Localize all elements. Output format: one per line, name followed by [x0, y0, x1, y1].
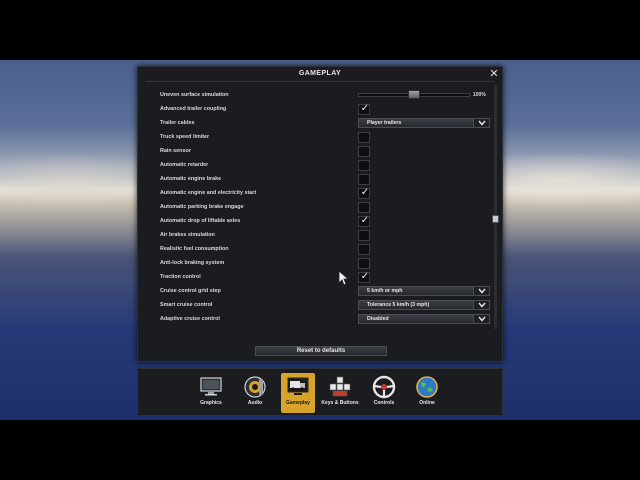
setting-row: Cruise control grid step 5 km/h or mph: [146, 285, 496, 297]
setting-checkbox[interactable]: [358, 230, 370, 241]
setting-label: Cruise control grid step: [160, 288, 221, 294]
setting-checkbox[interactable]: [358, 160, 370, 171]
globe-icon: [415, 375, 439, 399]
close-icon[interactable]: ✕: [488, 68, 500, 80]
keyboard-keys-icon: [328, 375, 352, 399]
setting-dropdown[interactable]: Disabled: [358, 314, 490, 324]
setting-row: Traction control ✓: [146, 271, 496, 283]
chevron-down-icon[interactable]: [473, 301, 489, 309]
setting-checkbox[interactable]: [358, 258, 370, 269]
setting-checkbox[interactable]: [358, 146, 370, 157]
setting-row: Adaptive cruise control Disabled: [146, 313, 496, 325]
setting-row: Truck speed limiter: [146, 131, 496, 143]
setting-row: Smart cruise control Tolerance 5 km/h (3 …: [146, 299, 496, 311]
setting-checkbox[interactable]: ✓: [358, 271, 370, 283]
mouse-cursor-icon: [338, 270, 348, 286]
setting-label: Air brakes simulation: [160, 232, 215, 238]
setting-row: Automatic drop of liftable axles ✓: [146, 215, 496, 227]
setting-row: Air brakes simulation: [146, 229, 496, 241]
setting-row: Rain sensor: [146, 145, 496, 157]
setting-label: Automatic engine brake: [160, 176, 222, 182]
checkmark-icon: ✓: [360, 215, 370, 226]
dropdown-value: Player trailers: [367, 120, 402, 126]
setting-checkbox[interactable]: [358, 174, 370, 185]
settings-category-toolbar: Graphics Audio Gameplay Keys & Buttons Contr…: [137, 368, 503, 416]
setting-slider[interactable]: [358, 90, 470, 99]
setting-label: Automatic parking brake engage: [160, 204, 244, 210]
slider-value: 100%: [473, 92, 486, 98]
dropdown-value: Disabled: [367, 316, 389, 322]
checkmark-icon: ✓: [360, 271, 370, 282]
tab-graphics[interactable]: Graphics: [194, 373, 228, 413]
setting-dropdown[interactable]: Tolerance 5 km/h (3 mph): [358, 300, 490, 310]
setting-row: Automatic retarder: [146, 159, 496, 171]
truck-display-icon: [286, 375, 310, 399]
setting-checkbox[interactable]: ✓: [358, 215, 370, 227]
tab-label: Keys & Buttons: [321, 400, 359, 406]
setting-label: Automatic retarder: [160, 162, 209, 168]
steering-wheel-icon: [372, 375, 396, 399]
setting-row: Automatic engine and electricity start ✓: [146, 187, 496, 199]
setting-label: Advanced trailer coupling: [160, 106, 227, 112]
setting-row: Advanced trailer coupling ✓: [146, 103, 496, 115]
setting-row: Uneven surface simulation 100%: [146, 89, 496, 101]
setting-label: Truck speed limiter: [160, 134, 210, 140]
slider-thumb[interactable]: [408, 90, 420, 99]
tab-keys-buttons[interactable]: Keys & Buttons: [321, 373, 359, 413]
tab-label: Gameplay: [286, 400, 310, 406]
setting-label: Adaptive cruise control: [160, 316, 220, 322]
setting-row: Trailer cables Player trailers: [146, 117, 496, 129]
panel-title: GAMEPLAY: [298, 70, 342, 77]
setting-label: Automatic drop of liftable axles: [160, 218, 241, 224]
setting-label: Traction control: [160, 274, 201, 280]
tab-audio[interactable]: Audio: [238, 373, 272, 413]
dropdown-value: 5 km/h or mph: [367, 288, 403, 294]
tab-label: Audio: [247, 400, 263, 406]
dropdown-value: Tolerance 5 km/h (3 mph): [367, 302, 430, 308]
letterbox-top: [0, 0, 640, 60]
tab-gameplay[interactable]: Gameplay: [281, 373, 315, 413]
gameplay-settings-panel: GAMEPLAY ✕ Uneven surface simulation 100%…: [137, 66, 503, 362]
setting-row: Anti-lock braking system: [146, 257, 496, 269]
setting-label: Uneven surface simulation: [160, 92, 229, 98]
tab-label: Controls: [373, 400, 395, 406]
setting-row: Automatic engine brake: [146, 173, 496, 185]
setting-checkbox[interactable]: [358, 132, 370, 143]
tab-label: Graphics: [200, 400, 222, 406]
reset-to-defaults-button[interactable]: Reset to defaults: [255, 346, 387, 356]
setting-label: Automatic engine and electricity start: [160, 190, 257, 196]
header-divider: [146, 81, 494, 82]
setting-checkbox[interactable]: ✓: [358, 103, 370, 115]
setting-label: Rain sensor: [160, 148, 191, 154]
setting-checkbox[interactable]: [358, 202, 370, 213]
tab-label: Online: [419, 400, 435, 406]
setting-dropdown[interactable]: Player trailers: [358, 118, 490, 128]
scrollbar[interactable]: [492, 85, 499, 329]
setting-label: Realistic fuel consumption: [160, 246, 229, 252]
setting-label: Anti-lock braking system: [160, 260, 225, 266]
scrollbar-thumb[interactable]: [492, 215, 499, 223]
setting-dropdown[interactable]: 5 km/h or mph: [358, 286, 490, 296]
setting-checkbox[interactable]: [358, 244, 370, 255]
letterbox-bottom: [0, 420, 640, 480]
setting-row: Automatic parking brake engage: [146, 201, 496, 213]
checkmark-icon: ✓: [360, 187, 370, 198]
tab-online[interactable]: Online: [410, 373, 444, 413]
monitor-icon: [199, 375, 223, 399]
chevron-down-icon[interactable]: [473, 287, 489, 295]
setting-label: Smart cruise control: [160, 302, 213, 308]
chevron-down-icon[interactable]: [473, 119, 489, 127]
setting-row: Realistic fuel consumption: [146, 243, 496, 255]
speaker-icon: [243, 375, 267, 399]
tab-controls[interactable]: Controls: [367, 373, 401, 413]
chevron-down-icon[interactable]: [473, 315, 489, 323]
setting-checkbox[interactable]: ✓: [358, 187, 370, 199]
checkmark-icon: ✓: [360, 103, 370, 114]
setting-label: Trailer cables: [160, 120, 195, 126]
